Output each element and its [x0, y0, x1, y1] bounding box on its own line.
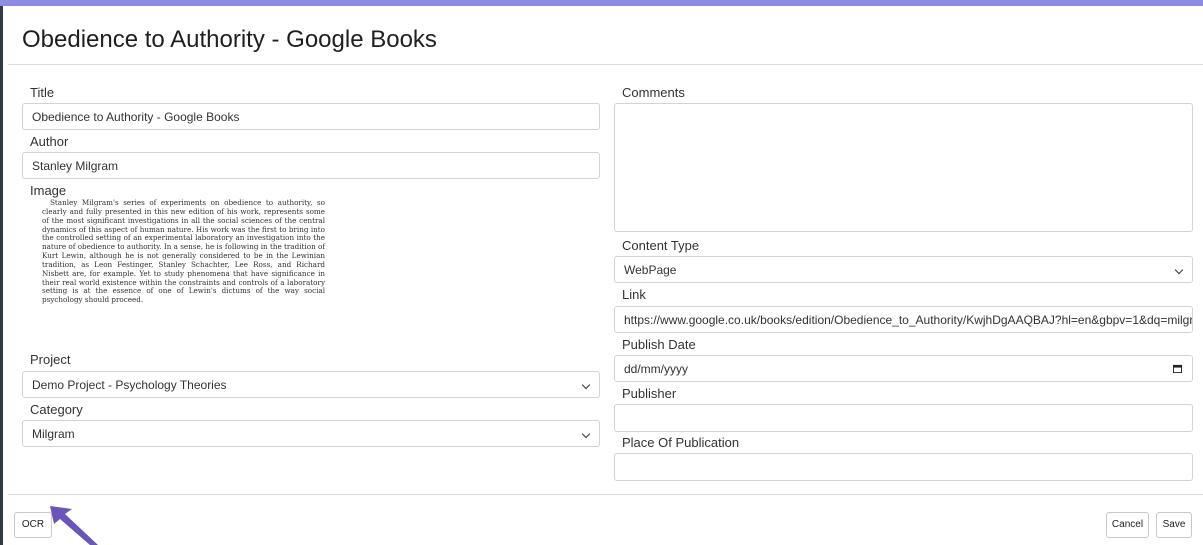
link-label: Link	[622, 287, 646, 302]
place-of-publication-label: Place Of Publication	[622, 435, 740, 450]
publish-date-label: Publish Date	[622, 337, 696, 352]
content-type-label: Content Type	[622, 238, 700, 253]
category-select-value: Milgram	[32, 427, 75, 441]
left-border	[0, 6, 3, 545]
cancel-button[interactable]: Cancel	[1106, 512, 1149, 538]
title-label: Title	[30, 85, 55, 100]
author-label: Author	[30, 134, 69, 149]
place-of-publication-input[interactable]	[614, 453, 1193, 481]
content-type-select[interactable]: WebPage	[614, 256, 1193, 283]
image-label: Image	[30, 183, 67, 198]
footer-divider	[8, 494, 1203, 495]
title-input[interactable]: Obedience to Authority - Google Books	[22, 103, 600, 130]
calendar-icon[interactable]	[1173, 364, 1182, 373]
project-select[interactable]: Demo Project - Psychology Theories	[22, 371, 600, 398]
publisher-input[interactable]	[614, 404, 1193, 432]
top-accent-bar	[0, 0, 1203, 6]
publish-date-input[interactable]: dd/mm/yyyy	[614, 355, 1193, 382]
publisher-label: Publisher	[622, 386, 677, 401]
author-input[interactable]: Stanley Milgram	[22, 152, 600, 179]
project-select-value: Demo Project - Psychology Theories	[32, 378, 227, 392]
header-divider	[8, 64, 1203, 65]
link-input[interactable]: https://www.google.co.uk/books/edition/O…	[614, 306, 1193, 333]
image-ocr-text: Stanley Milgram's series of experiments …	[42, 198, 325, 305]
publish-date-placeholder: dd/mm/yyyy	[624, 362, 689, 376]
category-label: Category	[30, 402, 83, 417]
arrow-pointer-icon	[50, 506, 98, 545]
modal-title: Obedience to Authority - Google Books	[22, 26, 437, 53]
comments-label: Comments	[622, 85, 685, 100]
comments-textarea[interactable]	[614, 103, 1193, 232]
project-label: Project	[30, 352, 71, 367]
save-button[interactable]: Save	[1156, 512, 1192, 538]
content-type-select-value: WebPage	[624, 263, 677, 277]
category-select[interactable]: Milgram	[22, 420, 600, 447]
ocr-button[interactable]: OCR	[14, 512, 52, 538]
